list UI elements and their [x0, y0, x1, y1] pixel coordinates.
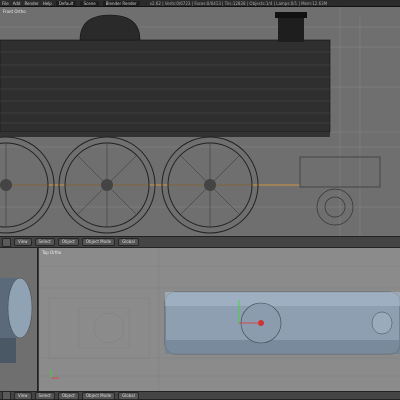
global-dropdown[interactable]: Global — [118, 391, 139, 400]
view-menu[interactable]: View — [14, 391, 32, 400]
mode-dropdown[interactable]: Object Mode — [81, 391, 116, 400]
view-menu[interactable]: View — [14, 238, 32, 246]
menu-add[interactable]: Add — [13, 1, 21, 6]
mode-dropdown[interactable]: Object Mode — [81, 238, 116, 246]
menu-file[interactable]: File — [2, 1, 9, 6]
layout-selector[interactable]: Default — [55, 0, 77, 6]
top-viewport-header: View Select Object Object Mode Global — [0, 236, 400, 248]
scene-selector[interactable]: Scene — [80, 0, 99, 6]
object-menu[interactable]: Object — [57, 238, 79, 246]
menu-render[interactable]: Render — [24, 1, 38, 6]
select-menu[interactable]: Select — [34, 238, 55, 246]
viewport-label: Front Ortho — [3, 9, 26, 14]
locomotive-top-view — [39, 248, 400, 394]
editor-type-icon[interactable] — [2, 391, 11, 400]
side-view-shape — [0, 277, 33, 363]
viewport-label: Top Ortho — [42, 250, 62, 255]
pivot-dropdown[interactable]: Global — [118, 238, 139, 246]
bottom-viewport-header: View Select Object Object Mode Global — [0, 391, 400, 400]
editor-type-icon[interactable] — [2, 237, 11, 247]
main-viewport[interactable]: Top Ortho — [39, 248, 400, 394]
top-menu-bar: File Add Render Help Default Scene Blend… — [0, 0, 400, 7]
locomotive-front-wireframe — [0, 7, 400, 236]
side-viewport[interactable] — [0, 248, 38, 394]
select-menu[interactable]: Select — [34, 391, 55, 400]
object-menu[interactable]: Object — [57, 391, 79, 400]
scene-stats: v2.62 | Verts:0/6723 | Faces:0/6413 | Tr… — [149, 0, 328, 6]
front-viewport[interactable]: Front Ortho — [0, 7, 400, 236]
menu-help[interactable]: Help — [43, 1, 52, 6]
render-engine-selector[interactable]: Blender Render — [102, 0, 140, 6]
